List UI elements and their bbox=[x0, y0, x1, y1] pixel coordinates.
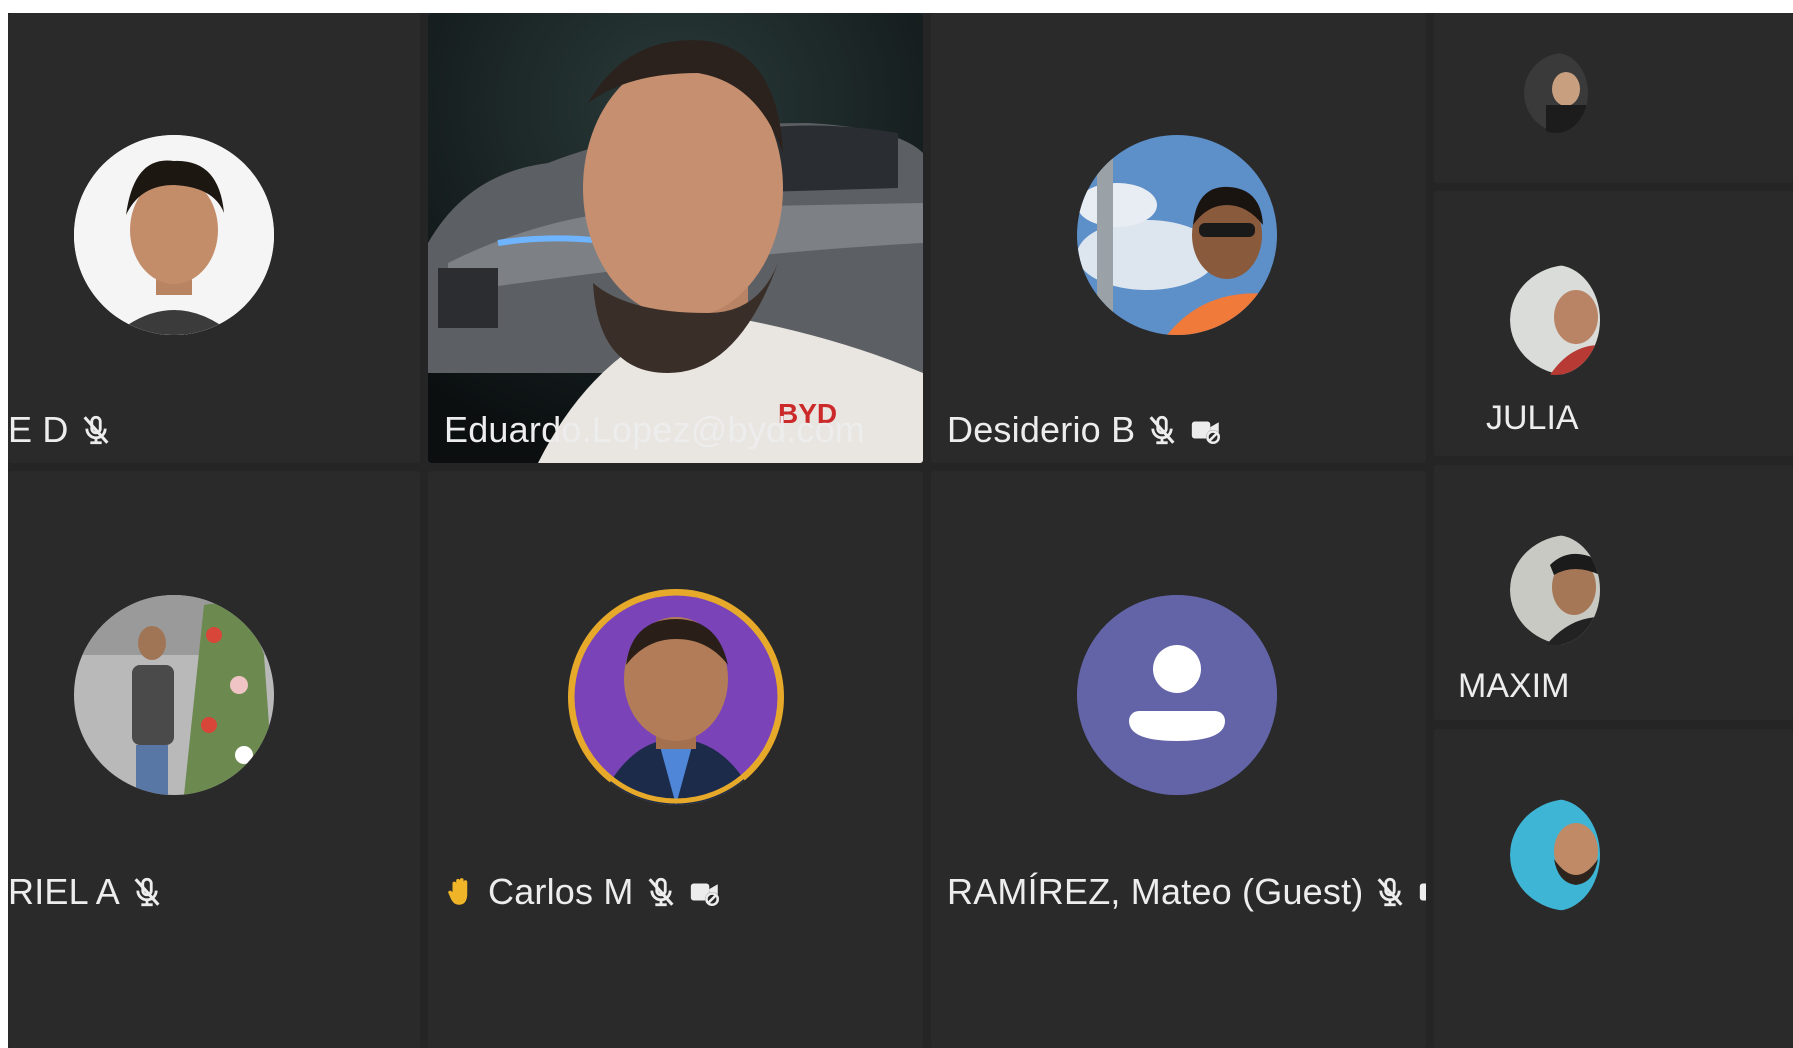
participant-name: RIEL A bbox=[8, 871, 120, 912]
participant-name: Eduardo.Lopez@byd.com bbox=[444, 409, 865, 450]
mic-off-icon bbox=[644, 875, 678, 909]
participant-name: E D bbox=[8, 409, 69, 450]
side-participant-tile[interactable]: JULIA bbox=[1434, 191, 1793, 456]
camera-off-icon bbox=[1417, 875, 1426, 909]
participant-tile-carlos[interactable]: Carlos M bbox=[428, 471, 923, 1048]
side-participant-name: JULIA bbox=[1486, 399, 1579, 437]
avatar bbox=[1510, 535, 1600, 645]
participant-tile-riel[interactable]: RIEL A bbox=[8, 471, 420, 1048]
participant-tile-ramirez[interactable]: RAMÍREZ, Mateo (Guest) bbox=[931, 471, 1426, 1048]
avatar bbox=[1510, 799, 1600, 911]
avatar bbox=[74, 595, 274, 795]
participant-name-row: RIEL A bbox=[8, 871, 164, 913]
mic-off-icon bbox=[1373, 875, 1407, 909]
participant-name: RAMÍREZ, Mateo (Guest) bbox=[947, 871, 1364, 912]
participant-name: Desiderio B bbox=[947, 409, 1136, 450]
participant-name-row: E D bbox=[8, 409, 113, 451]
participant-name-row: RAMÍREZ, Mateo (Guest) bbox=[947, 871, 1426, 913]
avatar bbox=[1077, 135, 1277, 335]
side-participant-tile[interactable] bbox=[1434, 13, 1793, 183]
side-participant-name: MAXIM bbox=[1458, 667, 1570, 705]
mic-off-icon bbox=[130, 875, 164, 909]
participant-name: Carlos M bbox=[488, 871, 634, 912]
video-feed: BYD bbox=[428, 13, 923, 463]
participant-tile-ed[interactable]: E D bbox=[8, 13, 420, 463]
participant-tile-eduardo[interactable]: BYD Eduardo.Lopez@byd.com bbox=[428, 13, 923, 463]
person-icon bbox=[1077, 595, 1277, 795]
camera-off-icon bbox=[688, 875, 722, 909]
avatar bbox=[1077, 595, 1277, 795]
participant-name-row: Carlos M bbox=[444, 871, 722, 913]
camera-off-icon bbox=[1189, 413, 1223, 447]
side-participant-tile[interactable] bbox=[1434, 729, 1793, 1048]
mic-off-icon bbox=[1145, 413, 1179, 447]
participant-name-row: Desiderio B bbox=[947, 409, 1223, 451]
avatar bbox=[1524, 53, 1588, 133]
mic-off-icon bbox=[79, 413, 113, 447]
avatar bbox=[1510, 265, 1600, 375]
avatar bbox=[568, 589, 784, 805]
meeting-stage: E D BYD Eduardo.Lopez@byd.com Desiderio … bbox=[8, 13, 1793, 1048]
side-participant-tile[interactable]: MAXIM bbox=[1434, 465, 1793, 720]
raised-hand-icon bbox=[448, 878, 468, 905]
participant-tile-desiderio[interactable]: Desiderio B bbox=[931, 13, 1426, 463]
avatar bbox=[74, 135, 274, 335]
participant-name-row: Eduardo.Lopez@byd.com bbox=[444, 409, 865, 451]
